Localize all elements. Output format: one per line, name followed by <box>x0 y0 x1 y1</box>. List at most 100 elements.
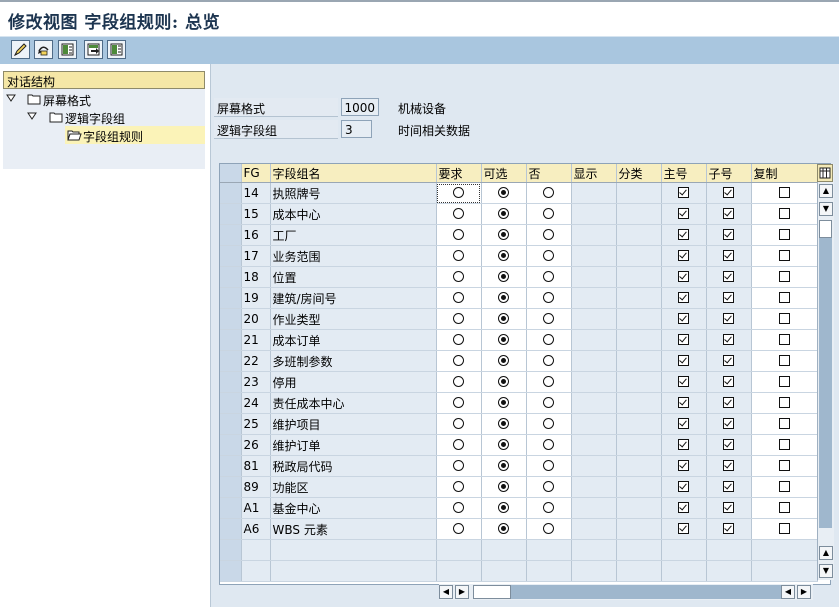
checkbox[interactable] <box>723 313 734 324</box>
radio-cell[interactable] <box>481 371 527 393</box>
checkbox[interactable] <box>723 502 734 513</box>
radio-button[interactable] <box>498 376 509 387</box>
checkbox[interactable] <box>678 481 689 492</box>
checkbox-cell[interactable] <box>706 455 752 477</box>
scroll-track[interactable] <box>819 238 832 528</box>
checkbox-cell[interactable] <box>706 182 752 204</box>
radio-button[interactable] <box>453 250 464 261</box>
radio-button[interactable] <box>498 292 509 303</box>
checkbox-cell[interactable] <box>751 350 818 372</box>
checkbox[interactable] <box>678 418 689 429</box>
checkbox-cell[interactable] <box>661 287 707 309</box>
checkbox[interactable] <box>723 229 734 240</box>
checkbox-cell[interactable] <box>661 413 707 435</box>
checkbox-cell[interactable] <box>661 266 707 288</box>
checkbox-cell[interactable] <box>751 203 818 225</box>
row-selector[interactable] <box>220 245 242 267</box>
checkbox[interactable] <box>778 418 790 429</box>
radio-button[interactable] <box>498 334 509 345</box>
radio-cell[interactable] <box>436 245 482 267</box>
checkbox-cell[interactable] <box>751 371 818 393</box>
checkbox-cell[interactable] <box>706 392 752 414</box>
table-row[interactable]: 20 作业类型 <box>220 308 818 330</box>
radio-button[interactable] <box>543 271 554 282</box>
scroll-up-icon[interactable]: ▲ <box>819 546 833 560</box>
checkbox-cell[interactable] <box>661 392 707 414</box>
expand-triangle-icon[interactable] <box>27 111 37 121</box>
row-selector[interactable] <box>220 371 242 393</box>
radio-button[interactable] <box>543 334 554 345</box>
radio-button[interactable] <box>453 208 464 219</box>
checkbox[interactable] <box>723 187 734 198</box>
radio-button[interactable] <box>543 481 554 492</box>
radio-cell[interactable] <box>481 350 527 372</box>
checkbox-cell[interactable] <box>706 287 752 309</box>
checkbox-cell[interactable] <box>661 182 707 204</box>
checkbox[interactable] <box>778 397 790 408</box>
radio-cell[interactable] <box>481 203 527 225</box>
checkbox[interactable] <box>723 250 734 261</box>
checkbox[interactable] <box>778 523 790 534</box>
checkbox-cell[interactable] <box>706 497 752 519</box>
table-row[interactable]: 23 停用 <box>220 371 818 393</box>
radio-button[interactable] <box>498 208 509 219</box>
checkbox-cell[interactable] <box>661 497 707 519</box>
radio-cell[interactable] <box>481 413 527 435</box>
checkbox[interactable] <box>723 481 734 492</box>
checkbox-cell[interactable] <box>661 350 707 372</box>
radio-cell[interactable] <box>436 224 482 246</box>
expand-triangle-icon[interactable] <box>6 93 16 103</box>
row-selector[interactable] <box>220 518 242 540</box>
checkbox-cell[interactable] <box>661 476 707 498</box>
radio-button[interactable] <box>543 460 554 471</box>
row-selector[interactable] <box>220 203 242 225</box>
checkbox-cell[interactable] <box>751 287 818 309</box>
table-row[interactable]: 16 工厂 <box>220 224 818 246</box>
radio-cell[interactable] <box>481 224 527 246</box>
checkbox[interactable] <box>678 313 689 324</box>
checkbox[interactable] <box>678 355 689 366</box>
radio-button[interactable] <box>453 355 464 366</box>
empty-table-row[interactable] <box>220 560 818 582</box>
checkbox-cell[interactable] <box>706 308 752 330</box>
radio-cell[interactable] <box>481 182 527 204</box>
radio-cell[interactable] <box>526 329 572 351</box>
column-header[interactable]: 要求 <box>436 164 482 183</box>
checkbox[interactable] <box>723 523 734 534</box>
row-selector[interactable] <box>220 182 242 204</box>
radio-button[interactable] <box>543 502 554 513</box>
checkbox-cell[interactable] <box>751 224 818 246</box>
radio-button[interactable] <box>498 418 509 429</box>
checkbox[interactable] <box>778 481 790 492</box>
column-header[interactable]: 分类 <box>616 164 662 183</box>
checkbox[interactable] <box>678 460 689 471</box>
checkbox[interactable] <box>778 229 790 240</box>
row-selector[interactable] <box>220 413 242 435</box>
checkbox-cell[interactable] <box>706 329 752 351</box>
radio-button[interactable] <box>498 523 509 534</box>
radio-button[interactable] <box>498 460 509 471</box>
checkbox-cell[interactable] <box>751 476 818 498</box>
radio-cell[interactable] <box>526 518 572 540</box>
row-selector[interactable] <box>220 266 242 288</box>
radio-cell[interactable] <box>481 518 527 540</box>
checkbox[interactable] <box>778 502 790 513</box>
radio-cell[interactable] <box>481 266 527 288</box>
radio-button[interactable] <box>453 229 464 240</box>
checkbox[interactable] <box>778 439 790 450</box>
radio-button[interactable] <box>453 418 464 429</box>
column-header[interactable]: 否 <box>526 164 572 183</box>
checkbox-cell[interactable] <box>661 329 707 351</box>
scroll-down-icon[interactable]: ▼ <box>819 202 833 216</box>
radio-cell[interactable] <box>436 476 482 498</box>
table-row[interactable]: 24 责任成本中心 <box>220 392 818 414</box>
scroll-right-icon[interactable]: ▶ <box>797 585 811 599</box>
radio-cell[interactable] <box>526 413 572 435</box>
column-header[interactable]: 子号 <box>706 164 752 183</box>
table-row[interactable]: 25 维护项目 <box>220 413 818 435</box>
scroll-left-icon[interactable]: ◀ <box>439 585 453 599</box>
scroll-thumb[interactable] <box>819 220 832 238</box>
checkbox-cell[interactable] <box>751 329 818 351</box>
checkbox-cell[interactable] <box>751 434 818 456</box>
radio-cell[interactable] <box>481 476 527 498</box>
